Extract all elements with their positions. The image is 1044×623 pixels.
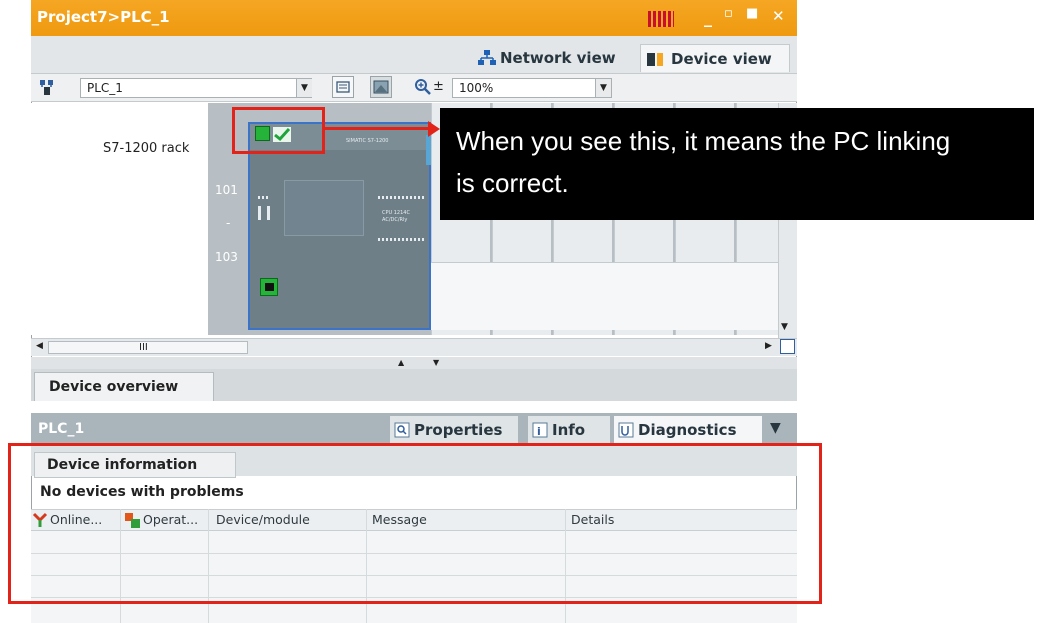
annotation-arrow-head (428, 121, 440, 137)
diagnostics-icon (618, 422, 634, 438)
restore-button[interactable]: ▫ (724, 6, 733, 21)
tab-device-view[interactable]: Device view (640, 44, 790, 72)
plc-switch-icon (258, 206, 270, 220)
highlight-box-diagnostics (8, 443, 822, 604)
annotation-text-line2: is correct. (456, 168, 569, 198)
close-button[interactable]: ✕ (772, 7, 785, 25)
annotation-callout: When you see this, it means the PC linki… (440, 108, 1034, 220)
scrollbar-grip: III (139, 342, 148, 353)
zoom-chevron-down-icon[interactable]: ▼ (595, 79, 611, 97)
device-icon (647, 53, 663, 66)
zoom-level-dropdown[interactable]: 100% (452, 78, 612, 98)
show-image-button[interactable] (370, 76, 392, 98)
svg-text:i: i (537, 425, 541, 438)
zoom-stepper[interactable]: ± (433, 79, 444, 94)
module-labels-icon (336, 81, 350, 93)
tab-network-view-label: Network view (500, 49, 616, 67)
panel-splitter[interactable] (31, 357, 797, 369)
tab-network-view[interactable]: Network view (470, 44, 630, 72)
scroll-right-arrow-icon[interactable]: ▶ (765, 341, 772, 351)
show-module-labels-button[interactable] (332, 76, 354, 98)
image-icon (373, 80, 389, 94)
chevron-down-icon[interactable]: ▼ (296, 79, 312, 97)
highlight-box-online-status (232, 107, 325, 154)
tab-diagnostics-label: Diagnostics (638, 421, 737, 439)
tab-properties[interactable]: Properties (390, 416, 518, 444)
properties-icon (394, 422, 410, 438)
device-select-value: PLC_1 (87, 81, 123, 95)
overview-navigation-icon[interactable] (780, 339, 795, 354)
tab-device-overview[interactable]: Device overview (34, 372, 214, 401)
device-network-switch-icon[interactable] (38, 78, 56, 96)
slot-number: - (226, 216, 231, 230)
tab-diagnostics[interactable]: Diagnostics (614, 416, 762, 444)
network-icon (478, 50, 496, 65)
zoom-in-icon[interactable] (414, 78, 432, 96)
scroll-left-arrow-icon[interactable]: ◀ (36, 341, 43, 351)
tab-device-view-label: Device view (671, 50, 772, 68)
inspector-menu-chevron-icon[interactable]: ▼ (770, 420, 781, 436)
module-edge-marker (426, 135, 431, 165)
plc-brand-label: SIMATIC S7-1200 (346, 138, 389, 144)
minimize-button[interactable]: _ (704, 8, 712, 27)
rack-label: S7-1200 rack (103, 141, 190, 156)
panel-gap (31, 401, 797, 413)
plc-front-cover (284, 180, 364, 236)
slot-number: 103 (215, 250, 238, 264)
plc-io-leds (378, 238, 426, 241)
collapse-up-icon[interactable]: ▲ (398, 358, 404, 367)
tab-info[interactable]: i Info (528, 416, 610, 444)
slot-number: 101 (215, 183, 238, 197)
rack-lower-slots (431, 262, 778, 330)
tab-info-label: Info (552, 421, 586, 439)
plc-model-label: CPU 1214C AC/DC/Rly (382, 210, 410, 223)
siemens-status-icon (648, 11, 674, 27)
tab-properties-label: Properties (414, 421, 503, 439)
plc-status-leds (258, 196, 268, 199)
zoom-level-value: 100% (459, 81, 494, 95)
scroll-down-arrow-icon[interactable]: ▼ (781, 322, 788, 332)
annotation-text-line1: When you see this, it means the PC linki… (456, 126, 951, 156)
annotation-arrow (323, 127, 435, 130)
expand-down-icon[interactable]: ▼ (433, 358, 439, 367)
maximize-button[interactable]: ■ (746, 6, 758, 21)
window-title: Project7>PLC_1 (37, 8, 170, 26)
scrollbar-thumb[interactable] (48, 341, 248, 354)
plc-io-leds (378, 196, 426, 199)
info-icon: i (532, 422, 548, 438)
device-select-dropdown[interactable]: PLC_1 (80, 78, 312, 98)
profinet-port-icon[interactable] (260, 278, 278, 296)
inspector-title: PLC_1 (38, 421, 85, 437)
